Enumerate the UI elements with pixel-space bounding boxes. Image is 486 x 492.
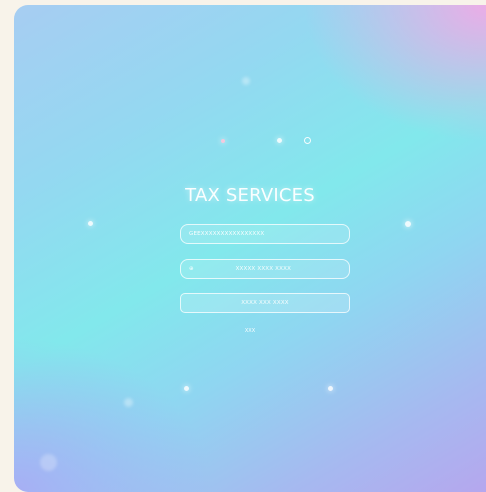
sparkle-dot-right-decoration <box>405 221 411 227</box>
blurred-orb-corner-decoration <box>40 454 57 471</box>
password-input[interactable] <box>199 266 349 272</box>
sparkle-dot-pink-decoration <box>221 139 225 143</box>
username-field[interactable] <box>180 224 350 244</box>
sparkle-dot-left-decoration <box>88 221 93 226</box>
sparkle-dot-bottom-left-decoration <box>184 386 189 391</box>
password-field[interactable]: ⊕ <box>180 259 350 279</box>
username-input[interactable] <box>181 231 349 237</box>
blurred-orb-lower-left-decoration <box>124 398 133 407</box>
submit-button[interactable]: XXXX XXX XXXX <box>180 293 350 313</box>
sparkle-dot-decoration <box>277 138 282 143</box>
key-icon: ⊕ <box>189 266 194 272</box>
sparkle-ring-decoration <box>304 137 311 144</box>
sparkle-dot-bottom-right-decoration <box>328 386 333 391</box>
page-title: TAX SERVICES <box>185 185 315 206</box>
blurred-orb-top-decoration <box>242 77 250 85</box>
app-screen: TAX SERVICES ⊕ XXXX XXX XXXX XXX <box>14 5 486 492</box>
secondary-link[interactable]: XXX <box>14 328 486 334</box>
